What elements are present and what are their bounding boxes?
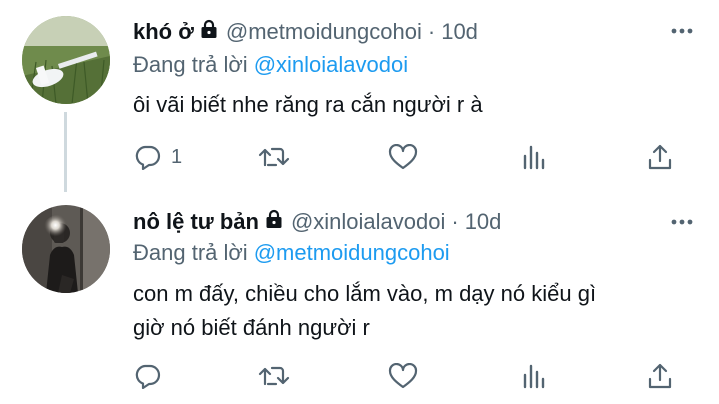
replying-to-mention[interactable]: @xinloialavodoi [254,52,408,77]
timestamp[interactable]: 10d [441,19,478,45]
retweet-button[interactable] [258,358,290,394]
share-button[interactable] [647,358,673,394]
reply-count: 1 [171,145,183,168]
tweet[interactable]: nô lệ tư bản @xinloialavodoi · 10d Đang … [0,192,719,404]
handle[interactable]: @metmoidungcohoi [226,19,422,45]
replying-to: Đang trả lời @metmoidungcohoi [133,240,450,266]
retweet-icon [258,364,290,388]
display-name[interactable]: nô lệ tư bản [133,209,259,235]
tweet-text-line: ôi vãi biết nhe răng ra cắn người r à [133,92,483,117]
tweet[interactable]: khó ở @metmoidungcohoi · 10d Đang trả lờ… [0,0,719,192]
like-button[interactable] [388,139,418,175]
tweet-text-line: giờ nó biết đánh người r [133,315,370,340]
bar-chart-icon [521,363,547,389]
heart-icon [388,144,418,170]
more-icon[interactable] [671,24,693,43]
reply-button[interactable] [133,358,161,394]
separator: · [427,19,436,44]
avatar[interactable] [22,16,110,104]
timestamp[interactable]: 10d [465,209,502,235]
separator: · [451,209,459,234]
replying-to-mention[interactable]: @metmoidungcohoi [254,240,450,265]
replying-to: Đang trả lời @xinloialavodoi [133,52,408,78]
views-button[interactable] [521,358,547,394]
reply-icon [133,144,161,170]
replying-to-label: Đang trả lời [133,52,248,77]
tweet-header: khó ở @metmoidungcohoi · 10d [133,16,478,48]
share-icon [647,362,673,390]
share-icon [647,143,673,171]
action-bar [133,358,683,394]
retweet-icon [258,145,290,169]
thread-line [64,112,67,192]
tweet-text: con m đấy, chiều cho lắm vào, m dạy nó k… [133,277,596,345]
avatar[interactable] [22,205,110,293]
handle[interactable]: @xinloialavodoi [291,209,445,235]
action-bar: 1 [133,139,683,175]
share-button[interactable] [647,139,673,175]
display-name[interactable]: khó ở [133,19,194,45]
reply-icon [133,363,161,389]
lock-icon [265,209,283,235]
tweet-text-line: con m đấy, chiều cho lắm vào, m dạy nó k… [133,281,597,306]
bar-chart-icon [521,144,547,170]
tweet-text: ôi vãi biết nhe răng ra cắn người r à [133,88,483,122]
retweet-button[interactable] [258,139,290,175]
views-button[interactable] [521,139,547,175]
like-button[interactable] [388,358,418,394]
more-icon[interactable] [671,215,693,234]
tweet-header: nô lệ tư bản @xinloialavodoi · 10d [133,206,501,238]
reply-button[interactable]: 1 [133,139,182,175]
heart-icon [388,363,418,389]
lock-icon [200,19,218,45]
replying-to-label: Đang trả lời [133,240,248,265]
